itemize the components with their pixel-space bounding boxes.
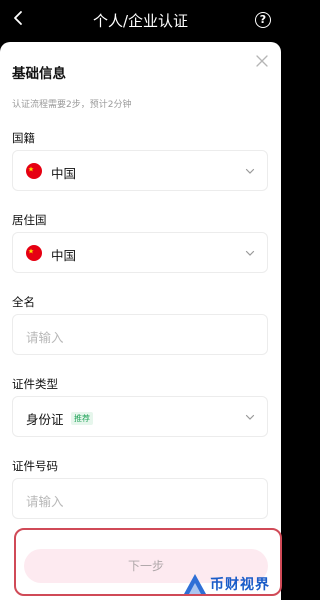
fullname-label: 全名 [12,295,35,309]
chevron-down-icon [245,168,255,174]
residence-value: 中国 [51,248,77,263]
fullname-input[interactable]: 请输入 [12,314,268,355]
top-nav-bar: 个人/企业认证 ? [0,0,281,40]
section-heading: 基础信息 [12,66,66,82]
china-flag-icon [26,163,42,179]
watermark-text: 币财视界 [210,577,270,593]
residence-label: 居住国 [12,213,47,227]
nationality-value: 中国 [51,166,77,181]
watermark: 币财视界 [182,568,281,600]
verification-sheet: 基础信息 认证流程需要2步，预计2分钟 国籍 中国 居住国 中国 全名 请输入 … [0,42,281,600]
chevron-down-icon [245,414,255,420]
watermark-logo-icon [184,574,206,594]
page-title: 个人/企业认证 [92,12,189,30]
nationality-label: 国籍 [12,131,35,145]
help-icon[interactable]: ? [255,12,271,28]
section-subtitle: 认证流程需要2步，预计2分钟 [12,100,132,110]
fullname-placeholder: 请输入 [26,330,64,345]
residence-select[interactable]: 中国 [12,232,268,273]
id-type-value: 身份证 [26,412,64,427]
chevron-down-icon [245,250,255,256]
id-type-label: 证件类型 [12,377,58,391]
china-flag-icon [26,245,42,261]
close-icon[interactable] [255,54,269,68]
id-type-select[interactable]: 身份证 推荐 [12,396,268,437]
recommended-badge: 推荐 [71,412,93,425]
id-number-placeholder: 请输入 [26,494,64,509]
nationality-select[interactable]: 中国 [12,150,268,191]
id-number-input[interactable]: 请输入 [12,478,268,519]
id-number-label: 证件号码 [12,459,58,473]
